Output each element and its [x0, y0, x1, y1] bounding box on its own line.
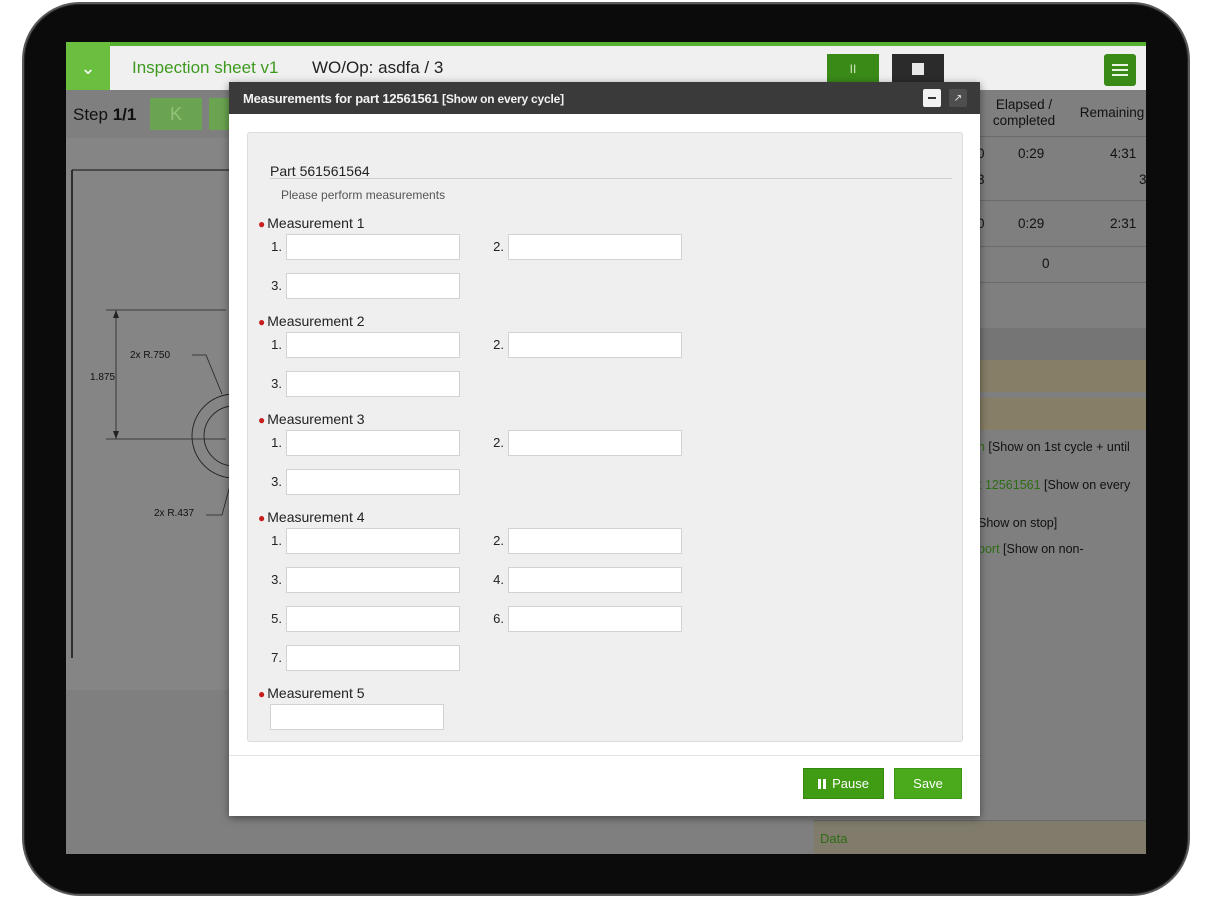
step-indicator: Step 1/1: [73, 105, 137, 124]
measurement-4-field-6[interactable]: [508, 606, 682, 632]
minimize-button[interactable]: [923, 89, 941, 107]
measurement-4-field-2[interactable]: [508, 528, 682, 554]
measurement-4-field-1[interactable]: [286, 528, 460, 554]
field-number: 2.: [493, 435, 504, 450]
field-number: 3.: [271, 572, 282, 587]
divider: [229, 755, 980, 756]
previous-step-button[interactable]: [209, 98, 229, 130]
measurement-label: ● Measurement 4: [258, 509, 365, 525]
section-band: [976, 328, 1146, 360]
required-bullet-icon: ●: [258, 315, 266, 329]
checklist-link[interactable]: n [Show on 1st cycle + until: [978, 440, 1130, 454]
dialog-title: Measurements for part 12561561 [Show on …: [243, 91, 564, 106]
field-number: 1.: [271, 435, 282, 450]
collapse-toggle-button[interactable]: ⌄: [66, 42, 110, 94]
section-band: [976, 398, 1146, 430]
measurement-label: ● Measurement 2: [258, 313, 365, 329]
measurement-5-field[interactable]: [270, 704, 444, 730]
field-number: 1.: [271, 239, 282, 254]
table-cell: 0: [1042, 256, 1050, 271]
chevron-down-icon: ⌄: [80, 57, 96, 78]
table-cell: 2:31: [1110, 216, 1137, 231]
external-link-icon: ↗: [953, 92, 963, 104]
measurement-3-field-3[interactable]: [286, 469, 460, 495]
measurement-4-field-3[interactable]: [286, 567, 460, 593]
measurement-1-field-2[interactable]: [508, 234, 682, 260]
column-header-remaining: Remaining: [1079, 105, 1145, 120]
part-title: Part 561561564: [270, 163, 370, 179]
field-number: 7.: [271, 650, 282, 665]
measurement-1-field-1[interactable]: [286, 234, 460, 260]
drawing-svg: [71, 169, 234, 658]
dimension-label: 2x R.437: [154, 508, 195, 519]
measurement-label: ● Measurement 1: [258, 215, 365, 231]
field-number: 5.: [271, 611, 282, 626]
measurements-dialog: Measurements for part 12561561 [Show on …: [229, 82, 980, 816]
field-number: 2.: [493, 239, 504, 254]
field-number: 1.: [271, 337, 282, 352]
pause-icon: II: [849, 62, 857, 76]
table-cell: 0:29: [1018, 216, 1045, 231]
dialog-header: Measurements for part 12561561 [Show on …: [229, 82, 980, 114]
field-number: 3.: [271, 474, 282, 489]
dimension-label: 1.875: [90, 372, 116, 383]
field-number: 6.: [493, 611, 504, 626]
field-number: 3.: [271, 376, 282, 391]
dimension-label: 2x R.750: [130, 350, 171, 361]
stop-button[interactable]: [892, 54, 944, 84]
checklist-link[interactable]: t 12561561 [Show on every: [978, 478, 1130, 492]
table-cell: 4:31: [1110, 146, 1137, 161]
minimize-icon: [928, 97, 936, 99]
measurement-form: Part 561561564 Please perform measuremen…: [247, 132, 963, 742]
data-section-label: Data: [820, 831, 848, 846]
measurement-label: ● Measurement 5: [258, 685, 365, 701]
field-number: 3.: [271, 278, 282, 293]
field-number: 1.: [271, 533, 282, 548]
checklist-link[interactable]: Show on stop]: [978, 516, 1057, 530]
measurement-1-field-3[interactable]: [286, 273, 460, 299]
measurement-2-field-3[interactable]: [286, 371, 460, 397]
pause-top-button[interactable]: II: [827, 54, 879, 84]
required-bullet-icon: ●: [258, 687, 266, 701]
measurement-3-field-1[interactable]: [286, 430, 460, 456]
section-band: [976, 360, 1146, 392]
data-section[interactable]: Data: [814, 820, 1146, 854]
required-bullet-icon: ●: [258, 413, 266, 427]
divider: [270, 178, 952, 179]
first-step-button[interactable]: K: [150, 98, 202, 130]
inspection-sheet-title[interactable]: Inspection sheet v1: [132, 58, 278, 78]
measurement-4-field-5[interactable]: [286, 606, 460, 632]
measurement-2-field-1[interactable]: [286, 332, 460, 358]
main-menu-button[interactable]: [1104, 54, 1136, 86]
required-bullet-icon: ●: [258, 217, 266, 231]
measurement-2-field-2[interactable]: [508, 332, 682, 358]
pause-button[interactable]: Pause: [803, 768, 884, 799]
skip-to-start-icon: K: [169, 103, 182, 124]
app-screen: ⌄ Inspection sheet v1 WO/Op: asdfa / 3 I…: [66, 42, 1146, 854]
table-cell: 0:29: [1018, 146, 1045, 161]
technical-drawing: 2x R.750 1.875 2x R.437: [66, 138, 234, 690]
hamburger-icon: [1112, 64, 1128, 66]
save-button[interactable]: Save: [894, 768, 962, 799]
field-number: 4.: [493, 572, 504, 587]
pause-icon: [818, 778, 827, 789]
table-cell: 3: [1139, 172, 1146, 187]
measurement-label: ● Measurement 3: [258, 411, 365, 427]
stop-icon: [912, 63, 924, 75]
instruction-text: Please perform measurements: [281, 188, 446, 202]
measurement-4-field-7[interactable]: [286, 645, 460, 671]
checklist-link[interactable]: port [Show on non-: [978, 542, 1084, 556]
required-bullet-icon: ●: [258, 511, 266, 525]
field-number: 2.: [493, 533, 504, 548]
measurement-4-field-4[interactable]: [508, 567, 682, 593]
popout-button[interactable]: ↗: [949, 89, 967, 107]
measurement-3-field-2[interactable]: [508, 430, 682, 456]
field-number: 2.: [493, 337, 504, 352]
work-order-operation: WO/Op: asdfa / 3: [312, 58, 444, 77]
